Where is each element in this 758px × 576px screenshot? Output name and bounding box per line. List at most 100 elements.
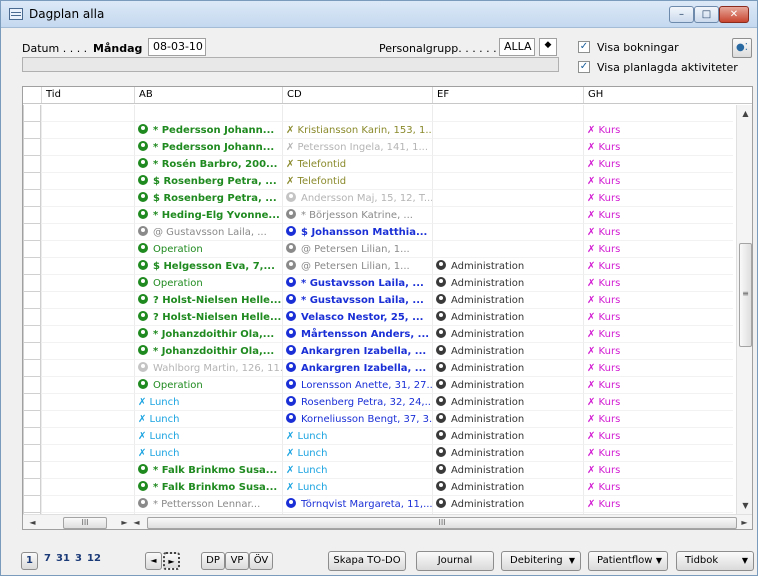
cell-cd[interactable]: * Gustavsson Laila, ... <box>282 292 432 309</box>
journal-button[interactable]: Journal <box>416 551 494 571</box>
skapa-todo-button[interactable]: Skapa TO-DO <box>328 551 406 571</box>
row-header[interactable] <box>23 275 41 292</box>
table-row[interactable]: * Falk Brinkmo Susa... ✗ Lunch Administrat… <box>23 479 733 496</box>
cell-cd[interactable] <box>282 105 432 122</box>
cell-gh[interactable] <box>583 105 733 122</box>
personalgrupp-select[interactable]: ALLA <box>499 38 535 56</box>
cell-ef[interactable] <box>432 207 583 224</box>
cell-gh[interactable]: ✗ Kurs <box>583 292 733 309</box>
cell-ef[interactable]: Administration <box>432 377 583 394</box>
cell-gh[interactable]: ✗ Kurs <box>583 462 733 479</box>
row-header[interactable] <box>23 105 41 122</box>
cell-ef[interactable] <box>432 241 583 258</box>
cell-gh[interactable]: ✗ Kurs <box>583 394 733 411</box>
horizontal-scrollbars[interactable]: ◄ III ► ◄ III ► <box>23 514 752 529</box>
cell-cd[interactable]: $ Johansson Matthia... <box>282 224 432 241</box>
table-row[interactable]: * Pedersson Johann... ✗ Kristiansson Kari… <box>23 122 733 139</box>
cell-tid[interactable] <box>41 309 134 326</box>
cell-ef[interactable] <box>432 139 583 156</box>
cell-ab[interactable]: Operation <box>134 241 282 258</box>
cell-ef[interactable]: Administration <box>432 275 583 292</box>
page-tab-3[interactable]: 3 <box>75 553 82 564</box>
table-row[interactable]: ✗ Lunch ✗ Lunch Administration ✗ Kurs <box>23 445 733 462</box>
row-header[interactable] <box>23 496 41 513</box>
header-ab[interactable]: AB <box>134 87 282 103</box>
cell-cd[interactable]: Törnqvist Margareta, 11,... <box>282 496 432 513</box>
cell-ab[interactable]: * Pedersson Johann... <box>134 122 282 139</box>
cell-cd[interactable]: Mårtensson Anders, ... <box>282 326 432 343</box>
scroll-left-icon[interactable]: ◄ <box>25 515 40 529</box>
cell-tid[interactable] <box>41 377 134 394</box>
cell-gh[interactable]: ✗ Kurs <box>583 258 733 275</box>
cell-ef[interactable]: Administration <box>432 343 583 360</box>
cell-tid[interactable] <box>41 496 134 513</box>
cell-tid[interactable] <box>41 292 134 309</box>
cell-cd[interactable]: ✗ Petersson Ingela, 141, 1... <box>282 139 432 156</box>
horizontal-scroll-thumb-left[interactable]: III <box>63 517 107 529</box>
cell-ab[interactable]: ✗ Lunch <box>134 428 282 445</box>
cell-tid[interactable] <box>41 360 134 377</box>
cell-tid[interactable] <box>41 445 134 462</box>
cell-gh[interactable]: ✗ Kurs <box>583 224 733 241</box>
row-header[interactable] <box>23 479 41 496</box>
table-row[interactable]: $ Rosenberg Petra, ... Andersson Maj, 15,… <box>23 190 733 207</box>
cell-tid[interactable] <box>41 462 134 479</box>
page-tab-1[interactable]: 1 <box>21 552 38 570</box>
cell-ab[interactable]: * Johanzdoithir Ola,... <box>134 326 282 343</box>
cell-cd[interactable]: @ Petersen Lilian, 1... <box>282 258 432 275</box>
row-header[interactable] <box>23 411 41 428</box>
cell-ab[interactable]: ✗ Lunch <box>134 394 282 411</box>
row-header[interactable] <box>23 258 41 275</box>
cell-ef[interactable]: Administration <box>432 445 583 462</box>
cell-cd[interactable]: Rosenberg Petra, 32, 24,... <box>282 394 432 411</box>
cell-ef[interactable]: Administration <box>432 411 583 428</box>
tidbok-dropdown[interactable]: Tidbok <box>676 551 754 571</box>
row-header[interactable] <box>23 360 41 377</box>
row-header[interactable] <box>23 428 41 445</box>
cell-gh[interactable]: ✗ Kurs <box>583 445 733 462</box>
table-row[interactable]: * Rosén Barbro, 200... ✗ Telefontid ✗ Kurs <box>23 156 733 173</box>
table-row[interactable]: Operation Lorensson Anette, 31, 27... Admi… <box>23 377 733 394</box>
ov-button[interactable]: ÖV <box>249 552 273 570</box>
header-cd[interactable]: CD <box>282 87 432 103</box>
header-gh[interactable]: GH <box>583 87 736 103</box>
cell-cd[interactable]: ✗ Telefontid <box>282 156 432 173</box>
table-row[interactable]: Operation * Gustavsson Laila, ... Administ… <box>23 275 733 292</box>
cell-ef[interactable] <box>432 224 583 241</box>
cell-tid[interactable] <box>41 190 134 207</box>
row-header[interactable] <box>23 173 41 190</box>
row-header[interactable] <box>23 394 41 411</box>
cell-cd[interactable]: Korneliusson Bengt, 37, 3... <box>282 411 432 428</box>
cell-cd[interactable]: Lorensson Anette, 31, 27... <box>282 377 432 394</box>
table-row[interactable]: ? Holst-Nielsen Helle... * Gustavsson Lai… <box>23 292 733 309</box>
row-header[interactable] <box>23 122 41 139</box>
close-button[interactable]: ✕ <box>719 6 749 23</box>
cell-tid[interactable] <box>41 156 134 173</box>
cell-ef[interactable]: Administration <box>432 394 583 411</box>
page-tab-31[interactable]: 31 <box>56 553 70 564</box>
page-tab-7[interactable]: 7 <box>44 553 51 564</box>
cell-tid[interactable] <box>41 224 134 241</box>
row-header[interactable] <box>23 190 41 207</box>
cell-cd[interactable]: Ankargren Izabella, ... <box>282 360 432 377</box>
cell-gh[interactable]: ✗ Kurs <box>583 479 733 496</box>
cell-ef[interactable]: Administration <box>432 258 583 275</box>
row-header[interactable] <box>23 224 41 241</box>
row-header[interactable] <box>23 377 41 394</box>
table-row[interactable]: ✗ Lunch ✗ Lunch Administration ✗ Kurs <box>23 428 733 445</box>
person-settings-icon[interactable]: ●⁚ <box>732 38 752 58</box>
cell-ef[interactable]: Administration <box>432 360 583 377</box>
cell-gh[interactable]: ✗ Kurs <box>583 156 733 173</box>
cell-ab[interactable]: ✗ Lunch <box>134 445 282 462</box>
cell-tid[interactable] <box>41 479 134 496</box>
dp-button[interactable]: DP <box>201 552 225 570</box>
cell-tid[interactable] <box>41 411 134 428</box>
cell-ab[interactable]: ? Holst-Nielsen Helle... <box>134 292 282 309</box>
cell-tid[interactable] <box>41 173 134 190</box>
cell-cd[interactable]: Andersson Maj, 15, 12, T... <box>282 190 432 207</box>
cell-tid[interactable] <box>41 105 134 122</box>
visa-planlagda-checkbox[interactable]: ✓ <box>578 61 590 73</box>
scroll-left-icon-2[interactable]: ◄ <box>129 515 144 529</box>
personalgrupp-dropdown-icon[interactable]: ◆ <box>539 38 557 56</box>
vertical-scroll-thumb[interactable]: ≡ <box>739 243 752 347</box>
